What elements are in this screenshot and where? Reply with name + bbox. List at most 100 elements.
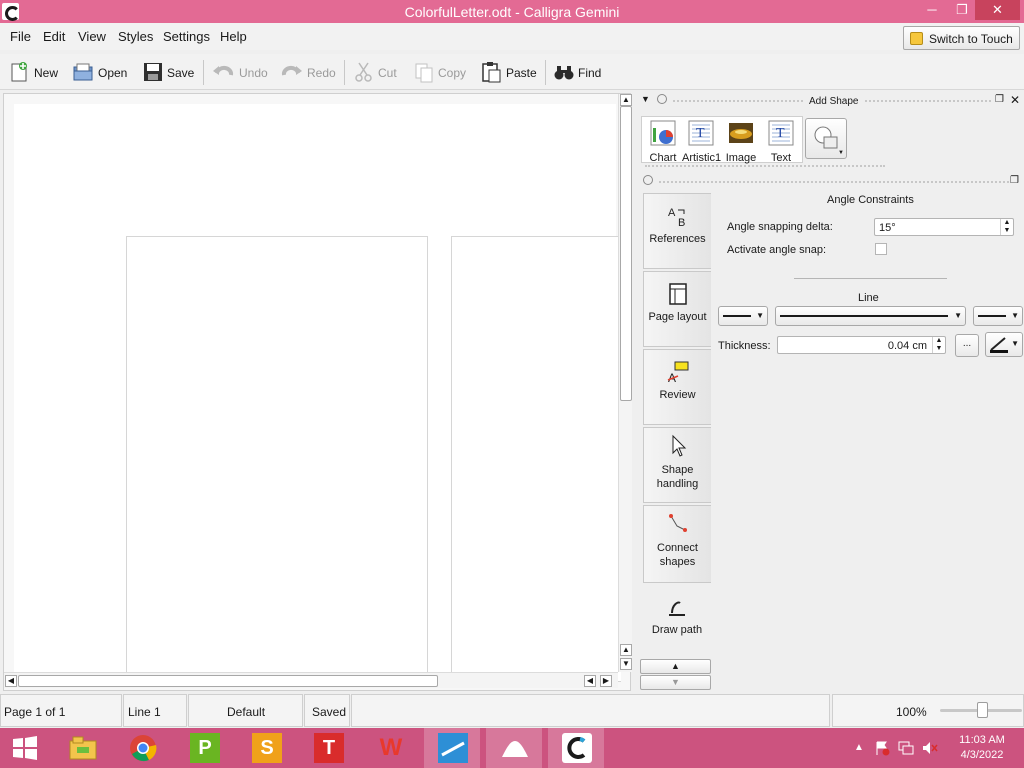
menu-help[interactable]: Help [220,29,247,44]
more-shapes-dropdown[interactable]: ▼ [805,118,847,159]
zoom-slider-handle[interactable] [977,702,988,718]
redo-icon [281,65,302,76]
scroll-left-icon[interactable]: ◀ [584,675,596,687]
tab-draw-path[interactable]: Draw path [643,585,711,661]
menu-file[interactable]: File [10,29,31,44]
activate-angle-snap-label: Activate angle snap: [727,244,827,256]
calligra-words-icon [438,733,468,763]
float-docker-icon[interactable]: ❐ [995,94,1004,105]
lock-icon[interactable] [657,94,667,104]
close-window-button[interactable]: ✕ [975,0,1020,20]
activate-angle-snap-checkbox[interactable] [875,243,887,255]
system-clock[interactable]: 11:03 AM 4/3/2022 [952,733,1012,763]
review-icon: A [667,361,688,385]
taskbar-p-app[interactable]: P [176,728,232,768]
tool-options-panel: Angle Constraints Angle snapping delta: … [715,188,1024,438]
show-hidden-icons-icon[interactable]: ▲ [854,742,864,753]
scroll-up-icon[interactable]: ▲ [620,644,632,656]
taskbar-file-explorer[interactable] [54,728,110,768]
spin-arrows-icon[interactable]: ▲ ▼ [932,337,945,353]
float-docker-icon[interactable]: ❐ [1010,175,1019,186]
windows-logo-icon [13,736,37,760]
line-start-marker-select[interactable]: ▼ [718,306,768,326]
new-button[interactable]: New [8,60,60,85]
line-more-options-button[interactable]: ... [955,334,979,357]
lock-icon[interactable] [643,175,653,185]
find-button[interactable]: Find [553,60,603,85]
drag-handle[interactable] [645,165,885,167]
thickness-spinbox[interactable]: 0.04 cm ▲ ▼ [777,336,946,354]
tab-references[interactable]: AB References [643,193,711,269]
tab-connect-shapes-label: Connect shapes [657,542,698,568]
network-icon[interactable] [898,740,914,756]
close-docker-icon[interactable]: ✕ [1010,93,1020,107]
taskbar-s-app[interactable]: S [238,728,294,768]
action-center-flag-icon[interactable] [874,740,890,756]
menu-view[interactable]: View [78,29,106,44]
section-divider [794,278,947,279]
scroll-down-icon[interactable]: ▼ [620,658,632,670]
taskbar-calligra-stage[interactable] [486,728,542,768]
chart-shape-icon [650,120,676,146]
shape-artistic-text[interactable]: T Artistic1 [682,120,721,164]
status-bar: Page 1 of 1 Line 1 Default Saved 100% [0,694,1024,728]
switch-to-touch-button[interactable]: Switch to Touch [903,26,1020,50]
horizontal-scroll-thumb[interactable] [18,675,438,687]
tab-page-layout[interactable]: Page layout [643,271,711,347]
maximize-button[interactable]: ❐ [948,0,976,20]
menu-styles[interactable]: Styles [118,29,153,44]
paste-button[interactable]: Paste [480,60,538,85]
drag-handle[interactable] [865,100,991,102]
shape-chart[interactable]: Chart [644,120,682,164]
tab-connect-shapes[interactable]: Connect shapes [643,505,711,583]
taskbar-w-app[interactable]: W [362,728,418,768]
vertical-scrollbar[interactable]: ▲ ▲ ▼ [618,94,632,672]
redo-button[interactable]: Redo [281,60,336,85]
menu-edit[interactable]: Edit [43,29,65,44]
taskbar-chrome[interactable] [114,728,170,768]
shape-image[interactable]: Image [722,120,760,164]
vertical-scroll-thumb[interactable] [620,106,632,401]
document-canvas[interactable] [14,104,621,682]
tabs-scroll-down-button[interactable]: ▼ [640,675,711,690]
tabs-scroll-up-button[interactable]: ▲ [640,659,711,674]
scroll-right-icon[interactable]: ▶ [600,675,612,687]
save-button[interactable]: Save [142,60,194,85]
open-button[interactable]: Open [72,60,128,85]
start-button[interactable] [0,728,56,768]
minimize-button[interactable]: ─ [918,0,946,20]
taskbar-calligra-gemini[interactable] [548,728,604,768]
tab-shape-handling-label: Shape handling [656,464,699,490]
zoom-level[interactable]: 100% [896,705,927,719]
taskbar-calligra-words[interactable] [424,728,480,768]
shape-image-label: Image [725,152,757,164]
scroll-left-icon[interactable]: ◀ [5,675,17,687]
line-style-select[interactable]: ▼ [775,306,966,326]
spin-arrows-icon[interactable]: ▲ ▼ [1000,219,1013,235]
taskbar-t-app[interactable]: T [300,728,356,768]
cut-button[interactable]: Cut [353,60,399,85]
angle-snapping-delta-spinbox[interactable]: 15° ▲ ▼ [874,218,1014,236]
volume-muted-icon[interactable] [922,740,938,756]
drag-handle[interactable] [673,100,803,102]
chevron-down-icon: ▼ [1011,339,1019,348]
drag-handle[interactable] [659,181,1009,183]
stroke-color-button[interactable]: ▼ [985,332,1023,357]
copy-button[interactable]: Copy [413,60,467,85]
document-page[interactable] [126,236,428,682]
undo-button[interactable]: Undo [212,60,268,85]
document-page[interactable] [451,236,621,682]
line-sample [723,315,751,317]
line-end-marker-select[interactable]: ▼ [973,306,1023,326]
paste-clipboard-icon [482,62,501,83]
tab-review[interactable]: A Review [643,349,711,425]
status-paragraph-style[interactable]: Default [188,694,303,727]
horizontal-scrollbar[interactable]: ◀ ◀ ▶ [4,672,618,688]
add-shape-title: Add Shape [809,96,859,107]
p-app-icon: P [190,733,220,763]
tab-shape-handling[interactable]: Shape handling [643,427,711,503]
scroll-up-icon[interactable]: ▲ [620,94,632,106]
collapse-arrow-icon[interactable]: ▼ [641,94,650,104]
shape-text[interactable]: T Text [762,120,800,164]
menu-settings[interactable]: Settings [163,29,210,44]
